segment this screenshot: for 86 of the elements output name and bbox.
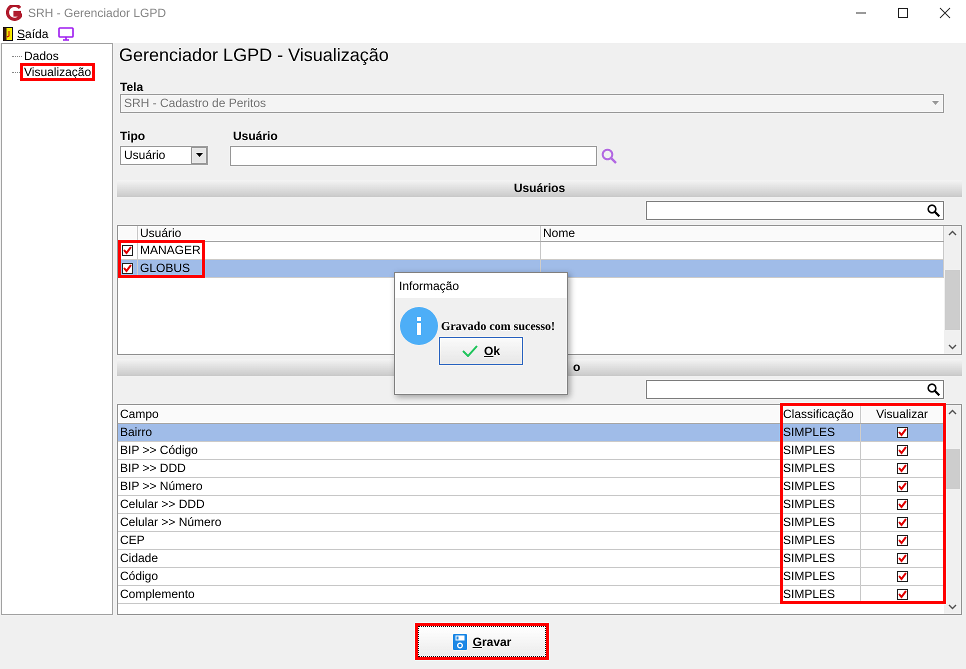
chevron-up-icon bbox=[948, 230, 957, 236]
field-label: Tela bbox=[120, 80, 144, 94]
checkbox[interactable] bbox=[896, 462, 908, 474]
search-icon bbox=[927, 382, 940, 396]
door-icon bbox=[3, 27, 13, 41]
tree-item[interactable]: Visualização bbox=[22, 65, 94, 79]
checkbox[interactable] bbox=[896, 516, 908, 528]
tree-item[interactable]: Dados bbox=[22, 49, 61, 63]
user-input-field[interactable] bbox=[230, 146, 597, 166]
window-title: SRH - Gerenciador LGPD bbox=[28, 6, 166, 20]
table-cell: BIP >> DDD bbox=[118, 460, 781, 477]
table-row[interactable]: Cidade SIMPLES bbox=[118, 550, 944, 568]
exit-menu-item[interactable]: Saída bbox=[3, 27, 48, 41]
table-cell: Cidade bbox=[118, 550, 781, 567]
table-cell: Bairro bbox=[118, 424, 781, 441]
column-header[interactable]: Usuário bbox=[138, 226, 541, 241]
search-button[interactable] bbox=[601, 148, 617, 164]
table-row[interactable]: CEP SIMPLES bbox=[118, 532, 944, 550]
chevron-down-icon bbox=[948, 344, 957, 350]
table-cell: Celular >> DDD bbox=[118, 496, 781, 513]
close-icon bbox=[939, 6, 951, 18]
table-cell: Código bbox=[118, 568, 781, 585]
table-cell: CEP bbox=[118, 532, 781, 549]
chevron-up-icon bbox=[948, 408, 957, 415]
maximize-icon bbox=[897, 6, 909, 18]
monitor-button[interactable] bbox=[58, 27, 74, 41]
filter-field[interactable] bbox=[646, 200, 944, 220]
app-logo-icon bbox=[6, 4, 22, 20]
checkbox[interactable] bbox=[896, 552, 908, 564]
scrollbar-thumb[interactable] bbox=[945, 270, 960, 330]
table-cell: SIMPLES bbox=[781, 568, 861, 585]
table-row[interactable]: Celular >> Número SIMPLES bbox=[118, 514, 944, 532]
checkbox[interactable] bbox=[896, 534, 908, 546]
table-cell: SIMPLES bbox=[781, 532, 861, 549]
filter-field[interactable] bbox=[646, 380, 944, 399]
table-cell: SIMPLES bbox=[781, 424, 861, 441]
dialog-message: Gravado com sucesso! bbox=[441, 318, 555, 334]
checkbox[interactable] bbox=[896, 570, 908, 582]
table-cell: SIMPLES bbox=[781, 550, 861, 567]
screen-dropdown[interactable]: SRH - Cadastro de Peritos bbox=[120, 94, 944, 113]
caret-icon bbox=[932, 101, 938, 106]
checkbox[interactable] bbox=[896, 426, 908, 438]
info-icon bbox=[400, 307, 438, 345]
ok-button[interactable]: Ok bbox=[439, 337, 523, 365]
section-title: o bbox=[573, 360, 580, 374]
table-cell: MANAGER bbox=[138, 242, 541, 259]
table-row[interactable]: BIP >> DDD SIMPLES bbox=[118, 460, 944, 478]
checkbox[interactable] bbox=[122, 262, 133, 274]
table-cell: SIMPLES bbox=[781, 514, 861, 531]
page-heading: Gerenciador LGPD - Visualização bbox=[119, 44, 390, 67]
column-header[interactable]: Campo bbox=[118, 404, 781, 423]
table-cell: SIMPLES bbox=[781, 496, 861, 513]
column-header[interactable]: Visualizar bbox=[861, 404, 944, 423]
type-dropdown[interactable]: Usuário bbox=[120, 146, 208, 165]
table-row[interactable]: Complemento SIMPLES bbox=[118, 586, 944, 604]
save-button[interactable]: Gravar bbox=[418, 626, 546, 657]
table-cell: SIMPLES bbox=[781, 460, 861, 477]
checkbox[interactable] bbox=[896, 444, 908, 456]
table-row[interactable]: BIP >> Número SIMPLES bbox=[118, 478, 944, 496]
dialog-title: Informação bbox=[395, 273, 567, 298]
search-icon bbox=[927, 204, 940, 217]
caret-icon bbox=[196, 153, 202, 158]
field-label: Usuário bbox=[233, 128, 279, 143]
table-row[interactable]: Celular >> DDD SIMPLES bbox=[118, 496, 944, 514]
table-row[interactable]: Código SIMPLES bbox=[118, 568, 944, 586]
table-cell: Celular >> Número bbox=[118, 514, 781, 531]
checkbox[interactable] bbox=[122, 244, 133, 256]
field-label: Tipo bbox=[120, 128, 146, 143]
scrollbar-thumb[interactable] bbox=[945, 448, 960, 489]
table-cell: BIP >> Código bbox=[118, 442, 781, 459]
table-cell: BIP >> Número bbox=[118, 478, 781, 495]
checkbox[interactable] bbox=[896, 498, 908, 510]
checkmark-icon bbox=[462, 345, 478, 357]
table-cell: SIMPLES bbox=[781, 586, 861, 603]
column-header[interactable]: Classificação bbox=[781, 404, 861, 423]
table-cell: SIMPLES bbox=[781, 442, 861, 459]
scrollbar[interactable] bbox=[944, 226, 961, 354]
section-title: Usuários bbox=[514, 181, 566, 196]
chevron-down-icon bbox=[948, 604, 957, 610]
checkbox[interactable] bbox=[896, 588, 908, 600]
monitor-icon bbox=[58, 27, 74, 41]
table-row[interactable]: Bairro SIMPLES bbox=[118, 424, 944, 442]
checkbox[interactable] bbox=[896, 480, 908, 492]
table-cell: Complemento bbox=[118, 586, 781, 603]
table-cell: SIMPLES bbox=[781, 478, 861, 495]
table-row[interactable]: BIP >> Código SIMPLES bbox=[118, 442, 944, 460]
